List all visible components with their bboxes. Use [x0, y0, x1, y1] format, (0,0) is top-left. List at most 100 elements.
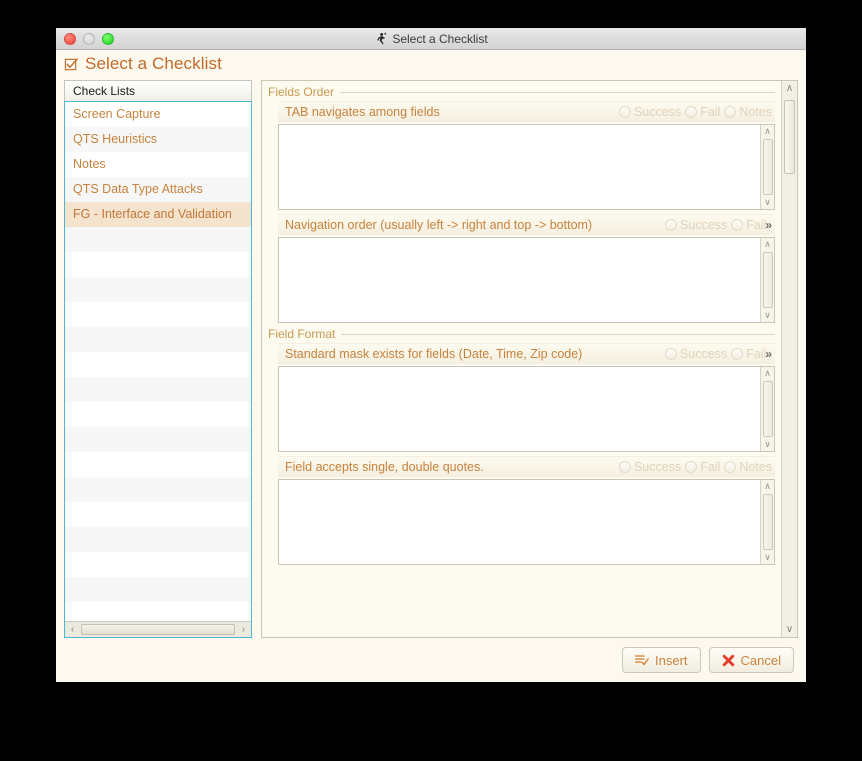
minimize-window-button[interactable]: [83, 32, 95, 45]
notes-textarea-container: ∧ ∨: [278, 124, 775, 210]
notes-scroll-up-icon[interactable]: ∧: [761, 125, 774, 138]
list-item[interactable]: QTS Data Type Attacks: [65, 176, 251, 202]
list-item-empty: [65, 426, 251, 452]
radio-label: Success: [633, 105, 682, 119]
list-item-empty: [65, 476, 251, 502]
checklist-items-scroll-area: Fields Order TAB navigates among fields Su…: [262, 81, 781, 637]
group-divider: [341, 333, 775, 335]
radio-success[interactable]: Success: [664, 218, 728, 232]
notes-textarea[interactable]: [279, 238, 760, 322]
dialog-footer: Insert Cancel: [56, 638, 806, 682]
notes-scroll-thumb[interactable]: [762, 139, 773, 195]
scroll-right-icon[interactable]: ›: [236, 622, 251, 637]
checklist-group: Fields Order TAB navigates among fields Su…: [268, 85, 775, 323]
insert-button[interactable]: Insert: [622, 647, 701, 673]
dialog-body: Check Lists Screen Capture QTS Heuristics…: [56, 80, 806, 638]
scroll-down-icon[interactable]: ∨: [782, 622, 797, 637]
checklist-item-header: TAB navigates among fields Success Fail Not…: [278, 101, 775, 123]
list-item-empty: [65, 576, 251, 602]
checklist-item-label: Field accepts single, double quotes.: [285, 460, 484, 474]
radio-knob-icon: [685, 106, 698, 118]
radio-success[interactable]: Success: [618, 460, 681, 474]
radio-label: Success: [679, 347, 728, 361]
radio-notes[interactable]: Notes: [724, 105, 772, 119]
notes-textarea[interactable]: [279, 480, 760, 564]
group-title-row: Field Format: [268, 327, 775, 341]
list-item-empty: [65, 501, 251, 527]
list-item-empty: [65, 526, 251, 552]
notes-scroll-thumb[interactable]: [762, 252, 773, 308]
result-radio-group: Success Fail: [664, 218, 766, 232]
notes-scroll-up-icon[interactable]: ∧: [761, 367, 774, 380]
radio-success[interactable]: Success: [618, 105, 682, 119]
radio-fail[interactable]: Fail: [731, 218, 766, 232]
notes-scroll-up-icon[interactable]: ∧: [761, 480, 774, 493]
group-title: Field Format: [268, 327, 336, 341]
checklist-item: Field accepts single, double quotes. Succ…: [278, 456, 775, 565]
checklist-item-header: Navigation order (usually left -> right …: [278, 214, 775, 236]
zoom-window-button[interactable]: [102, 32, 114, 45]
radio-knob-icon: [724, 461, 737, 473]
list-item-label: Screen Capture: [73, 107, 161, 122]
detail-vertical-scrollbar[interactable]: ∧ ∨: [781, 81, 797, 637]
list-item[interactable]: Screen Capture: [65, 101, 251, 127]
notes-textarea[interactable]: [279, 125, 760, 209]
notes-vertical-scrollbar[interactable]: ∧ ∨: [760, 480, 774, 564]
radio-knob-icon: [618, 106, 631, 118]
list-item[interactable]: Notes: [65, 151, 251, 177]
notes-scroll-down-icon[interactable]: ∨: [761, 551, 774, 564]
list-item-empty: [65, 251, 251, 277]
list-item-label: QTS Heuristics: [73, 132, 158, 147]
overflow-chevron-icon[interactable]: »: [765, 218, 772, 232]
checklists-column-header-label: Check Lists: [73, 83, 136, 98]
overflow-chevron-icon[interactable]: »: [765, 347, 772, 361]
radio-success[interactable]: Success: [664, 347, 728, 361]
group-title-row: Fields Order: [268, 85, 775, 99]
result-radio-group: Success Fail Notes: [618, 105, 772, 119]
checklist-item: Standard mask exists for fields (Date, T…: [278, 343, 775, 452]
close-window-button[interactable]: [64, 32, 76, 45]
list-item-empty: [65, 351, 251, 377]
notes-vertical-scrollbar[interactable]: ∧ ∨: [760, 367, 774, 451]
list-item-selected[interactable]: FG - Interface and Validation: [65, 201, 251, 227]
checklist-item-label: TAB navigates among fields: [285, 105, 440, 119]
notes-scroll-up-icon[interactable]: ∧: [761, 238, 774, 251]
result-radio-group: Success Fail: [664, 347, 766, 361]
radio-knob-icon: [731, 348, 744, 360]
radio-knob-icon: [664, 348, 677, 360]
radio-label: Success: [679, 218, 728, 232]
notes-textarea[interactable]: [279, 367, 760, 451]
checklist-group: Field Format Standard mask exists for fie…: [268, 327, 775, 565]
radio-notes[interactable]: Notes: [724, 460, 772, 474]
list-item[interactable]: QTS Heuristics: [65, 126, 251, 152]
scroll-up-icon[interactable]: ∧: [782, 81, 797, 96]
checklists-list-container: Screen Capture QTS Heuristics Notes QTS Dat…: [64, 100, 252, 638]
list-item-label: Notes: [73, 157, 106, 172]
notes-vertical-scrollbar[interactable]: ∧ ∨: [760, 238, 774, 322]
list-item-empty: [65, 326, 251, 352]
checklist-item: Navigation order (usually left -> right …: [278, 214, 775, 323]
checklists-list[interactable]: Screen Capture QTS Heuristics Notes QTS Dat…: [65, 101, 251, 621]
radio-fail[interactable]: Fail: [685, 460, 720, 474]
list-item-empty: [65, 226, 251, 252]
notes-scroll-down-icon[interactable]: ∨: [761, 196, 774, 209]
checklists-horizontal-scrollbar[interactable]: ‹ ›: [65, 621, 251, 637]
radio-fail[interactable]: Fail: [685, 105, 720, 119]
notes-scroll-thumb[interactable]: [762, 494, 773, 550]
scroll-left-icon[interactable]: ‹: [65, 622, 80, 637]
list-item-empty: [65, 376, 251, 402]
notes-scroll-thumb[interactable]: [762, 381, 773, 437]
notes-scroll-down-icon[interactable]: ∨: [761, 309, 774, 322]
window-titlebar: Select a Checklist: [56, 28, 806, 50]
vscroll-thumb[interactable]: [784, 100, 795, 174]
notes-vertical-scrollbar[interactable]: ∧ ∨: [760, 125, 774, 209]
hscroll-thumb[interactable]: [81, 624, 235, 635]
checklist-item-header: Field accepts single, double quotes. Succ…: [278, 456, 775, 478]
cancel-button[interactable]: Cancel: [708, 647, 794, 673]
notes-scroll-down-icon[interactable]: ∨: [761, 438, 774, 451]
checklist-item-header: Standard mask exists for fields (Date, T…: [278, 343, 775, 365]
radio-fail[interactable]: Fail: [731, 347, 766, 361]
group-title: Fields Order: [268, 85, 335, 99]
page-title-bar: Select a Checklist: [56, 50, 806, 80]
group-divider: [340, 91, 775, 93]
